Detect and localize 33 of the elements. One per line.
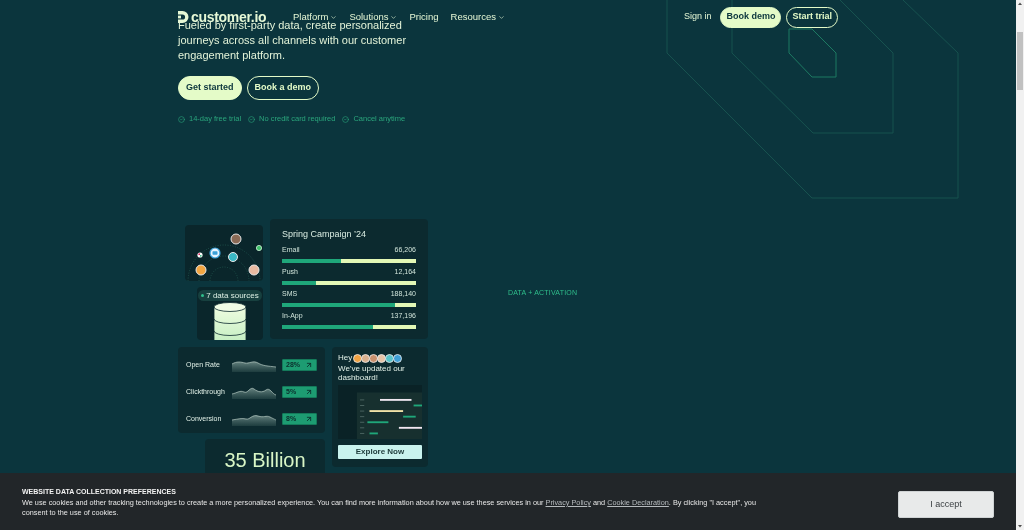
nav-link[interactable]: Pricing — [409, 11, 439, 23]
status-dot-icon — [256, 245, 262, 251]
dashboard-message: We've updated our dashboard! — [338, 364, 406, 382]
scrollbar[interactable] — [1016, 0, 1024, 530]
explore-now-button[interactable]: Explore Now — [338, 445, 422, 459]
avatar-icon — [228, 252, 238, 262]
status-dot-icon — [201, 294, 205, 297]
data-sources-text: 7 data sources — [206, 290, 259, 301]
chat-icon — [209, 247, 221, 259]
integration-icon — [197, 252, 203, 258]
check-circle-icon — [178, 115, 185, 123]
check-circle-icon — [248, 115, 256, 123]
accept-button[interactable]: I accept — [898, 491, 994, 518]
check-circle-icon — [342, 115, 350, 123]
cta-button[interactable]: Get started — [178, 76, 242, 100]
scrollbar-thumb[interactable] — [1017, 32, 1023, 90]
avatar-icon — [230, 233, 242, 245]
stat-value: 35 Billion — [224, 448, 306, 472]
greeting-text: Hey — [338, 353, 353, 363]
arrow-up-right-icon — [305, 414, 313, 423]
sign-in-link[interactable]: Sign in — [683, 10, 712, 24]
nav-link[interactable]: Resources — [450, 11, 505, 23]
logo-icon[interactable] — [178, 11, 189, 23]
avatar-icon — [195, 264, 207, 276]
scroll-down-icon[interactable] — [1016, 522, 1024, 530]
nav-link[interactable]: Platform — [293, 11, 338, 23]
header-button[interactable]: Book demo — [720, 6, 782, 28]
campaign-title: Spring Campaign ’24 — [282, 228, 368, 240]
avatar-icon — [248, 264, 260, 276]
nav-link[interactable]: Solutions — [349, 11, 398, 23]
arrow-up-right-icon — [305, 387, 313, 396]
arrow-up-right-icon — [305, 360, 313, 369]
scroll-up-icon[interactable] — [1016, 0, 1024, 8]
